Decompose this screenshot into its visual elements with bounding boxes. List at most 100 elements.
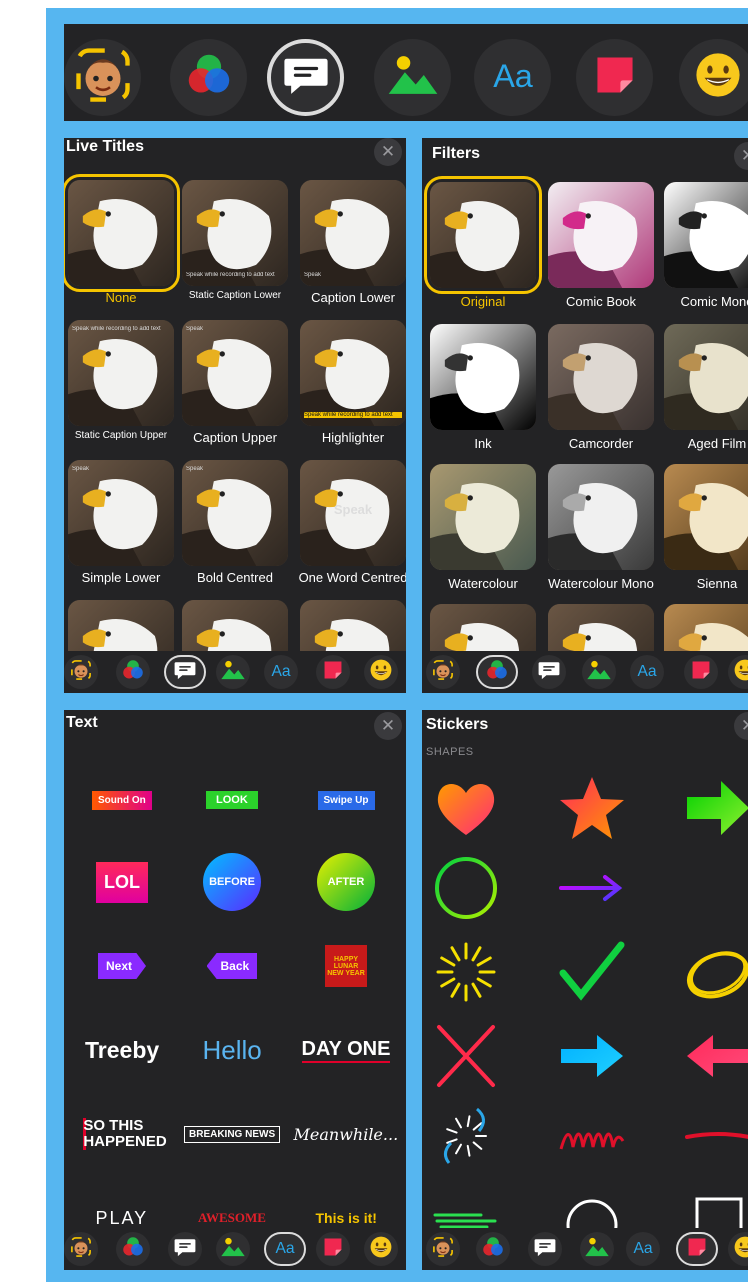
toolbar-filters-button[interactable]	[116, 655, 150, 689]
text-style-item[interactable]: LOL	[96, 861, 148, 903]
toolbar-filters-button[interactable]	[476, 655, 518, 689]
text-style-item[interactable]: AWESOME	[198, 1210, 266, 1226]
text-style-item[interactable]: AFTER	[317, 853, 375, 911]
circle-icon[interactable]	[426, 848, 506, 928]
arrow-right-icon[interactable]	[678, 768, 748, 848]
live-thumbnail[interactable]: Speak	[300, 460, 406, 566]
text-style-item[interactable]: Treeby	[85, 1037, 159, 1064]
toolbar-text-button[interactable]: Aa	[626, 1232, 660, 1266]
toolbar-emoji-button[interactable]	[728, 1232, 748, 1266]
arrow-right-blue-icon[interactable]	[552, 1016, 632, 1096]
toolbar-posters-button[interactable]	[582, 655, 616, 689]
line-icon[interactable]	[678, 848, 748, 928]
live-thumbnail[interactable]: Speak	[182, 320, 288, 426]
text-style-item[interactable]: HAPPY LUNAR NEW YEAR	[325, 945, 367, 987]
caption-overlay: Speak	[333, 502, 373, 517]
panel-toolbar: Aa	[64, 651, 406, 693]
live-thumbnail[interactable]: Speak	[300, 180, 406, 286]
text-style-item[interactable]: BREAKING NEWS	[184, 1125, 281, 1143]
panel-title: Live Titles	[66, 138, 144, 155]
text-style-item[interactable]: SO THIS HAPPENED	[83, 1118, 167, 1150]
text-style-item[interactable]: This is it!	[316, 1210, 377, 1226]
speech-bubble-icon	[172, 1234, 198, 1265]
text-style-item[interactable]: LOOK	[206, 791, 258, 809]
close-icon[interactable]: ✕	[374, 138, 402, 166]
panel-title: Filters	[432, 145, 481, 162]
heart-icon[interactable]	[426, 768, 506, 848]
toolbar-live-titles-button[interactable]	[164, 655, 206, 689]
memoji-icon	[68, 657, 94, 688]
toolbar-live-titles-button[interactable]	[267, 39, 344, 116]
filter-label: Sienna	[696, 576, 738, 591]
live-thumbnail[interactable]	[64, 174, 180, 292]
toolbar-live-titles-button[interactable]	[528, 1232, 562, 1266]
text-style-item[interactable]: PLAY	[96, 1208, 149, 1229]
cross-icon[interactable]	[426, 1016, 506, 1096]
scribble-icon[interactable]	[552, 1096, 632, 1176]
close-icon[interactable]: ✕	[734, 142, 748, 170]
toolbar-text-button[interactable]: Aa	[264, 655, 298, 689]
filter-thumbnail[interactable]	[664, 182, 748, 288]
toolbar-text-button[interactable]: Aa	[630, 655, 664, 689]
brush-line-icon[interactable]	[678, 1096, 748, 1176]
toolbar-posters-button[interactable]	[216, 655, 250, 689]
toolbar-memoji-button[interactable]	[64, 39, 141, 116]
text-style-item[interactable]: Hello	[203, 1035, 262, 1066]
toolbar-memoji-button[interactable]	[64, 1232, 98, 1266]
toolbar-emoji-button[interactable]	[728, 655, 748, 689]
burst-icon[interactable]	[426, 932, 506, 1012]
text-style-item[interactable]: Next	[98, 953, 147, 979]
text-style-item[interactable]: Meanwhile...	[294, 1125, 399, 1144]
arrow-left-icon[interactable]	[678, 1016, 748, 1096]
toolbar-stickers-button[interactable]	[316, 655, 350, 689]
filter-thumbnail[interactable]	[664, 324, 748, 430]
sticker-icon	[320, 1234, 346, 1265]
text-style-item[interactable]: BEFORE	[203, 853, 261, 911]
toolbar-posters-button[interactable]	[216, 1232, 250, 1266]
scribble-circle-icon[interactable]	[678, 932, 748, 1012]
toolbar-stickers-button[interactable]	[684, 655, 718, 689]
filter-thumbnail[interactable]	[548, 324, 654, 430]
live-thumbnail[interactable]: Speak while recording to add text	[300, 320, 406, 426]
filter-thumbnail[interactable]	[430, 324, 536, 430]
filter-thumbnail[interactable]	[548, 464, 654, 570]
dotted-burst-icon[interactable]	[426, 1096, 506, 1176]
toolbar-stickers-button[interactable]	[676, 1232, 718, 1266]
toolbar-live-titles-button[interactable]	[168, 1232, 202, 1266]
text-style-item[interactable]: Back	[206, 953, 258, 979]
close-icon[interactable]: ✕	[374, 712, 402, 740]
filter-thumbnail[interactable]	[664, 464, 748, 570]
text-style-item[interactable]: Swipe Up	[317, 790, 375, 810]
star-icon[interactable]	[552, 768, 632, 848]
live-label: Caption Upper	[193, 430, 277, 445]
toolbar-posters-button[interactable]	[374, 39, 451, 116]
toolbar-emoji-button[interactable]	[679, 39, 748, 116]
live-thumbnail[interactable]: Speak	[182, 460, 288, 566]
toolbar-memoji-button[interactable]	[426, 1232, 460, 1266]
toolbar-filters-button[interactable]	[116, 1232, 150, 1266]
toolbar-text-button[interactable]: Aa	[474, 39, 551, 116]
toolbar-stickers-button[interactable]	[576, 39, 653, 116]
toolbar-emoji-button[interactable]	[364, 1232, 398, 1266]
close-icon[interactable]: ✕	[734, 712, 748, 740]
filter-thumbnail[interactable]	[424, 176, 542, 294]
thin-arrow-icon[interactable]	[552, 848, 632, 928]
toolbar-posters-button[interactable]	[580, 1232, 614, 1266]
toolbar-text-button[interactable]: Aa	[264, 1232, 306, 1266]
text-style-item[interactable]: DAY ONE	[301, 1038, 391, 1063]
toolbar-live-titles-button[interactable]	[532, 655, 566, 689]
live-thumbnail[interactable]: Speak	[68, 460, 174, 566]
toolbar-stickers-button[interactable]	[316, 1232, 350, 1266]
filter-thumbnail[interactable]	[548, 182, 654, 288]
toolbar-filters-button[interactable]	[476, 1232, 510, 1266]
filter-thumbnail[interactable]	[430, 464, 536, 570]
text-style-item[interactable]: Sound On	[92, 790, 152, 810]
caption-overlay: Speak while recording to add text	[304, 412, 402, 418]
live-thumbnail[interactable]: Speak while recording to add text	[182, 180, 288, 286]
live-thumbnail[interactable]: Speak while recording to add text	[68, 320, 174, 426]
toolbar-memoji-button[interactable]	[426, 655, 460, 689]
toolbar-memoji-button[interactable]	[64, 655, 98, 689]
toolbar-emoji-button[interactable]	[364, 655, 398, 689]
toolbar-filters-button[interactable]	[170, 39, 247, 116]
checkmark-icon[interactable]	[552, 932, 632, 1012]
